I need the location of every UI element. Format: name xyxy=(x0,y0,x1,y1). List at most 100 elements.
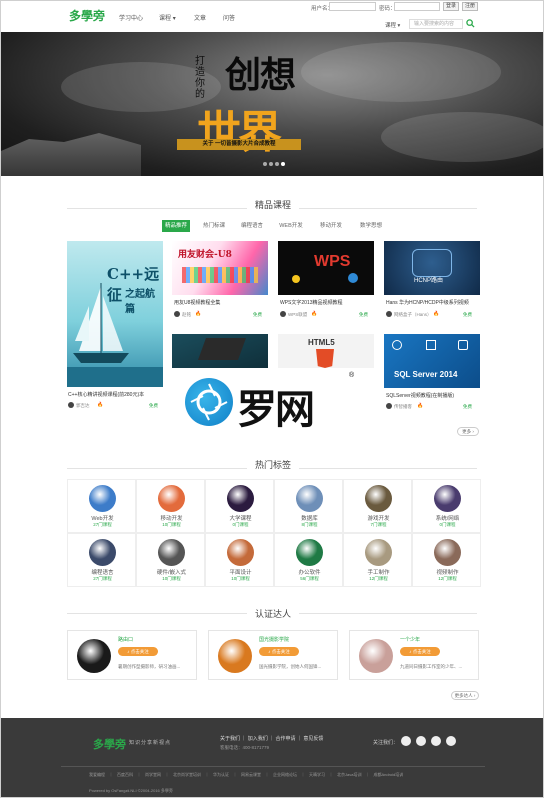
tab-programming[interactable]: 编程语言 xyxy=(237,220,267,232)
tag-name: 办公软件 xyxy=(298,570,321,576)
course-author[interactable]: 赵铭 xyxy=(182,312,191,318)
qzone-icon[interactable] xyxy=(446,736,456,746)
carousel-dot[interactable] xyxy=(269,162,273,166)
course-cover-u8[interactable]: 用友财会-U8 xyxy=(172,241,268,295)
avatar[interactable] xyxy=(77,639,111,673)
tag-cell[interactable]: 数据库 8门课程 xyxy=(274,479,343,533)
tag-cell[interactable]: 大学课程 0门课程 xyxy=(205,479,274,533)
footer: 多學旁 知识分享新视点 关于我们 ｜ 加入我们 ｜ 合作申请 ｜ 意见反馈 客服… xyxy=(1,718,543,797)
avatar[interactable] xyxy=(359,639,393,673)
footer-logo[interactable]: 多學旁 xyxy=(93,736,126,752)
tab-hot[interactable]: 热门标课 xyxy=(199,220,229,232)
tag-name: 移动开发 xyxy=(160,516,183,522)
login-button[interactable]: 登录 xyxy=(443,2,459,11)
chevron-down-icon: ▾ xyxy=(397,23,401,29)
course-title[interactable]: C++核心精讲视频课程(前280元)本 xyxy=(68,391,163,398)
more-courses-button[interactable]: 更多 › xyxy=(457,427,479,436)
tag-icon xyxy=(434,485,461,512)
expert-name[interactable]: 路由口 xyxy=(118,636,133,643)
course-author[interactable]: 传智播客 xyxy=(394,404,412,410)
course-price: 免费 xyxy=(463,404,472,409)
tag-cell[interactable]: 手工制作 12门课程 xyxy=(343,533,412,587)
tag-cell[interactable]: 平面设计 10门课程 xyxy=(205,533,274,587)
tag-count: 12门课程 xyxy=(438,576,457,581)
cover-waves xyxy=(67,367,163,387)
tag-cell[interactable]: 系统/网络 0门课程 xyxy=(412,479,481,533)
tag-cell[interactable]: 视频制作 12门课程 xyxy=(412,533,481,587)
tag-name: 平面设计 xyxy=(229,570,252,576)
aperture-icon xyxy=(190,383,228,421)
course-title[interactable]: WPS文字2013精品视频教程 xyxy=(280,299,375,306)
course-author[interactable]: WPS联盟 xyxy=(288,312,307,318)
database-icon xyxy=(392,340,402,350)
course-cover-sqlserver[interactable]: SQL Server 2014 xyxy=(384,334,480,388)
carousel-dot[interactable] xyxy=(275,162,279,166)
nav-articles[interactable]: 文章 xyxy=(194,13,206,22)
search-category-select[interactable]: 课程 ▾ xyxy=(385,21,400,29)
follow-button[interactable]: ♪ 点击关注 xyxy=(118,647,158,656)
expert-name[interactable]: 一个少年 xyxy=(400,636,420,643)
follow-button[interactable]: ♪ 点击关注 xyxy=(259,647,299,656)
tab-web[interactable]: WEB开发 xyxy=(275,220,307,232)
course-cover-cpp[interactable]: C++远征 之起航篇 xyxy=(67,241,163,387)
footer-copyright: Powered by OsFangzii.NLI ©2004-2016 多學旁 xyxy=(89,788,173,793)
cover-text: 用友财会-U8 xyxy=(178,250,232,260)
expert-card[interactable]: 一个少年 ♪ 点击关注 九道同日摄影工作室的少年、... xyxy=(349,630,479,680)
site-logo[interactable]: 多學旁 xyxy=(69,7,105,24)
cover-text: SQL Server 2014 xyxy=(394,370,458,379)
nav-courses[interactable]: 课程 ▾ xyxy=(159,13,176,22)
tag-name: 手工制作 xyxy=(367,570,390,576)
course-cover-html5[interactable]: HTML5 xyxy=(278,334,374,368)
tag-cell[interactable]: 硬件/嵌入式 10门课程 xyxy=(136,533,205,587)
weibo-icon[interactable] xyxy=(401,736,411,746)
search-input[interactable]: 输入要搜索的内容 xyxy=(409,19,463,29)
expert-card[interactable]: 路由口 ♪ 点击关注 暑期创作型摄影师，研习油画... xyxy=(67,630,197,680)
carousel-dot[interactable] xyxy=(263,162,267,166)
expert-name[interactable]: 国光摄影学院 xyxy=(259,636,289,643)
tab-mobile[interactable]: 移动开发 xyxy=(315,220,347,232)
tab-math[interactable]: 数学思想 xyxy=(355,220,387,232)
tag-count: 27门课程 xyxy=(93,522,112,527)
tag-cell[interactable]: 游戏开发 7门课程 xyxy=(343,479,412,533)
course-cover-hcnp[interactable]: HCNP路由 xyxy=(384,241,480,295)
nav-qa[interactable]: 问答 xyxy=(223,13,235,22)
avatar xyxy=(68,402,74,408)
course-cover-server[interactable] xyxy=(172,334,268,368)
tag-cell[interactable]: 办公软件 56门课程 xyxy=(274,533,343,587)
tag-cell[interactable]: Web开发 27门课程 xyxy=(67,479,136,533)
router-icon xyxy=(412,249,452,277)
password-input[interactable] xyxy=(394,2,440,11)
banner-headline-1: 创想 xyxy=(225,54,296,96)
course-title[interactable]: Hans 华为HCNP/HCDP中级系列视频 xyxy=(386,299,481,306)
course-title[interactable]: 用友U8视频教程全集 xyxy=(174,299,269,306)
course-author[interactable]: 网络盒子（Hans） xyxy=(394,312,432,318)
username-input[interactable] xyxy=(329,2,376,11)
cover-text: HTML5 xyxy=(308,338,335,347)
tag-icon xyxy=(227,539,254,566)
footer-partner-links[interactable]: 我爱编程 ｜ 百度百科 ｜ 尚学堂网 ｜ 北京尚学堂培训 ｜ 华为认证 ｜ 网易… xyxy=(89,771,469,778)
course-title[interactable]: SQLServer视频教程(在制播版) xyxy=(386,392,481,399)
tag-name: 游戏开发 xyxy=(367,516,390,522)
registered-mark: ® xyxy=(349,372,355,379)
course-author[interactable]: 郭吉达 xyxy=(76,403,90,409)
search-icon[interactable] xyxy=(466,19,475,28)
tags-title: 热门标签 xyxy=(1,458,543,471)
wechat-icon[interactable] xyxy=(416,736,426,746)
avatar xyxy=(386,403,392,409)
register-button[interactable]: 注册 xyxy=(462,2,478,11)
course-cover-wps[interactable]: WPS xyxy=(278,241,374,295)
qq-icon[interactable] xyxy=(431,736,441,746)
tag-cell[interactable]: 移动开发 10门课程 xyxy=(136,479,205,533)
tag-count: 10门课程 xyxy=(162,576,181,581)
expert-card[interactable]: 国光摄影学院 ♪ 点击关注 国光摄影学院，创始人何国锋... xyxy=(208,630,338,680)
nav-learning-center[interactable]: 学习中心 xyxy=(119,13,143,22)
tag-count: 0门课程 xyxy=(439,522,456,527)
hero-banner[interactable]: 打造你的 创想 世界 关于 一切皆摄影大片合成教程 xyxy=(1,32,543,176)
footer-links[interactable]: 关于我们 ｜ 加入我们 ｜ 合作申请 ｜ 意见反馈 xyxy=(220,735,323,742)
more-experts-button[interactable]: 更多达人 › xyxy=(451,691,479,700)
tag-cell[interactable]: 编程语言 27门课程 xyxy=(67,533,136,587)
follow-button[interactable]: ♪ 点击关注 xyxy=(400,647,440,656)
tab-featured[interactable]: 精品推荐 xyxy=(162,220,190,232)
carousel-dot-active[interactable] xyxy=(281,162,285,166)
avatar[interactable] xyxy=(218,639,252,673)
